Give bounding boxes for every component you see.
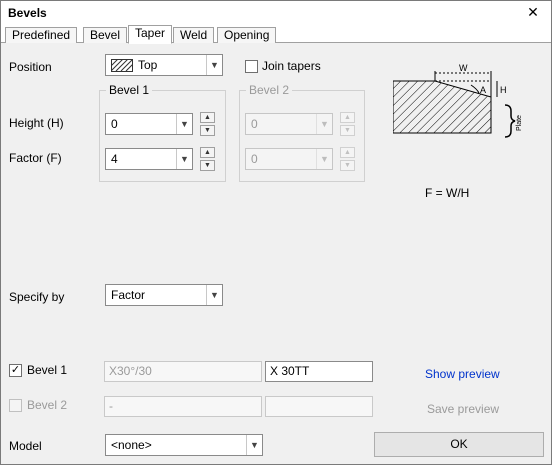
chevron-down-icon: ▼ [316, 114, 332, 134]
a-label: A [480, 85, 486, 95]
taper-diagram: W H A Plate [393, 63, 523, 138]
arrow-up-icon[interactable]: ▲ [340, 147, 355, 158]
arrow-up-icon[interactable]: ▲ [340, 112, 355, 123]
model-select[interactable]: <none> ▼ [105, 434, 263, 456]
arrow-up-icon[interactable]: ▲ [200, 147, 215, 158]
model-label: Model [9, 439, 42, 453]
formula-label: F = W/H [425, 186, 470, 200]
window-title: Bevels [8, 6, 47, 20]
bevel1-height-stepper[interactable]: ▲ ▼ [200, 112, 215, 136]
bevel1-checkbox[interactable]: ✓ [9, 364, 22, 377]
bevel1-factor-input[interactable]: 4 ▼ [105, 148, 193, 170]
join-tapers-label: Join tapers [262, 59, 321, 73]
bevel1-factor-value: 4 [111, 152, 118, 166]
bevel1-row-label: Bevel 1 [27, 363, 68, 377]
specify-by-label: Specify by [9, 290, 65, 304]
chevron-down-icon: ▼ [246, 435, 262, 455]
bevel2-factor-value: 0 [251, 152, 258, 166]
bevel1-factor-stepper[interactable]: ▲ ▼ [200, 147, 215, 171]
tab-taper[interactable]: Taper [128, 25, 173, 44]
arrow-down-icon[interactable]: ▼ [200, 125, 215, 136]
model-value: <none> [111, 438, 152, 452]
bevel2-height-input[interactable]: 0 ▼ [245, 113, 333, 135]
h-label: H [500, 85, 507, 95]
arrow-down-icon[interactable]: ▼ [340, 125, 355, 136]
hatch-icon [111, 59, 133, 72]
title-bar: Bevels ✕ [1, 1, 551, 25]
bevel2-group-title: Bevel 2 [246, 83, 293, 97]
arrow-down-icon[interactable]: ▼ [200, 160, 215, 171]
bevel1-height-input[interactable]: 0 ▼ [105, 113, 193, 135]
bevel1-name-field[interactable]: X 30TT [265, 361, 373, 382]
specify-by-value: Factor [111, 288, 146, 302]
chevron-down-icon: ▼ [176, 149, 192, 169]
arrow-up-icon[interactable]: ▲ [200, 112, 215, 123]
bevel2-height-stepper[interactable]: ▲ ▼ [340, 112, 355, 136]
tab-opening[interactable]: Opening [217, 27, 277, 43]
tab-weld[interactable]: Weld [173, 27, 215, 43]
bevel1-height-value: 0 [111, 117, 118, 131]
height-label: Height (H) [9, 116, 64, 130]
save-preview-link[interactable]: Save preview [427, 402, 499, 416]
bevel2-factor-input[interactable]: 0 ▼ [245, 148, 333, 170]
chevron-down-icon: ▼ [206, 285, 222, 305]
arrow-down-icon[interactable]: ▼ [340, 160, 355, 171]
bevel2-name-field[interactable] [265, 396, 373, 417]
position-label: Position [9, 60, 52, 74]
plate-label: Plate [516, 115, 523, 131]
w-label: W [459, 63, 468, 73]
bevel2-height-value: 0 [251, 117, 258, 131]
chevron-down-icon: ▼ [316, 149, 332, 169]
bevel2-notation-field[interactable]: - [104, 396, 262, 417]
bevel2-factor-stepper[interactable]: ▲ ▼ [340, 147, 355, 171]
bevel1-group-title: Bevel 1 [106, 83, 153, 97]
chevron-down-icon: ▼ [206, 55, 222, 75]
chevron-down-icon: ▼ [176, 114, 192, 134]
bevel1-notation-field[interactable]: X30°/30 [104, 361, 262, 382]
bevel2-row-label: Bevel 2 [27, 398, 68, 412]
bevel2-checkbox[interactable] [9, 399, 22, 412]
join-tapers-checkbox[interactable] [245, 60, 258, 73]
factor-label: Factor (F) [9, 151, 62, 165]
tab-predefined[interactable]: Predefined [5, 27, 78, 43]
ok-button[interactable]: OK [374, 432, 544, 457]
show-preview-link[interactable]: Show preview [425, 367, 500, 381]
tab-bevel[interactable]: Bevel [83, 27, 128, 43]
position-value: Top [138, 58, 158, 72]
bevels-dialog: Bevels ✕ Predefined Bevel Taper Weld Ope… [0, 0, 552, 465]
specify-by-select[interactable]: Factor ▼ [105, 284, 223, 306]
checkmark-icon: ✓ [10, 364, 21, 376]
tab-strip: Predefined Bevel Taper Weld Opening [1, 25, 551, 44]
close-icon[interactable]: ✕ [525, 4, 541, 20]
position-select[interactable]: Top ▼ [105, 54, 223, 76]
